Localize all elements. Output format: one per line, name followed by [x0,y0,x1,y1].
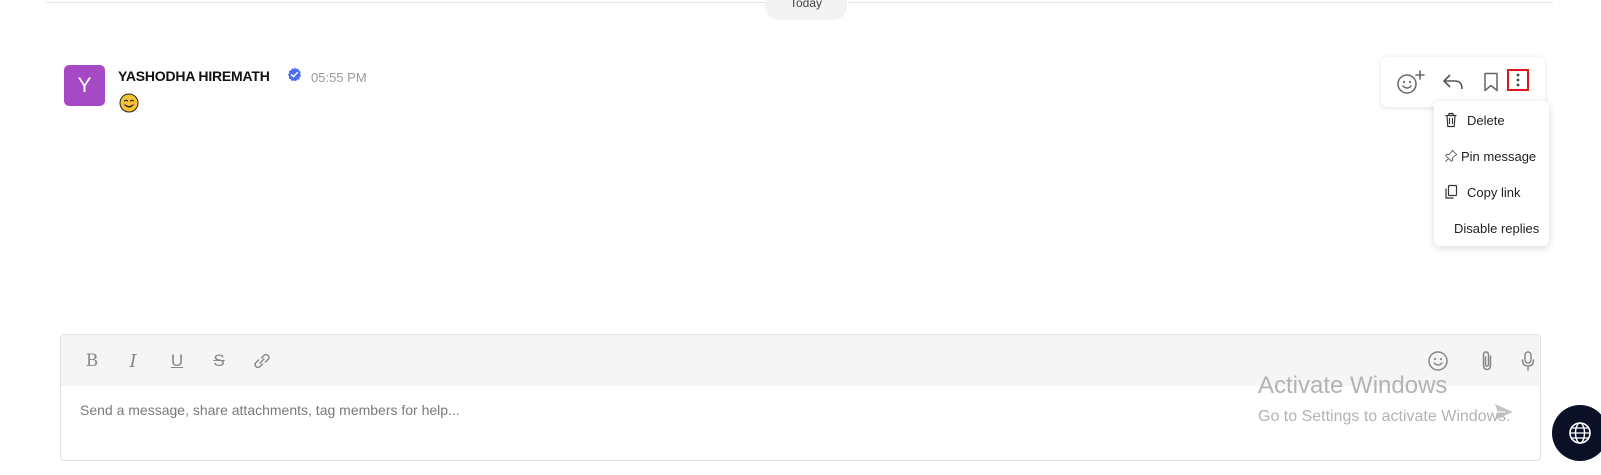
menu-item-delete[interactable]: Delete [1434,105,1549,135]
add-reaction-button[interactable] [1393,57,1431,107]
menu-item-copy-link[interactable]: Copy link [1434,177,1549,207]
underline-button[interactable]: U [164,348,190,374]
message-actions-toolbar [1381,57,1545,107]
copy-icon [1445,184,1458,199]
menu-item-label: Copy link [1467,184,1521,200]
menu-item-label: Pin message [1461,148,1537,164]
strikethrough-button[interactable]: S [206,348,232,374]
smiling-face-emoji-icon [119,93,139,113]
insert-link-button[interactable] [249,348,275,374]
link-icon [254,353,270,369]
message-options-menu: Delete Pin message Copy link Disable rep… [1434,101,1549,246]
menu-item-pin-message[interactable]: Pin message [1434,141,1549,171]
menu-item-label: Delete [1467,112,1505,128]
globe-chat-icon [1569,422,1591,444]
more-options-button[interactable] [1507,69,1529,91]
reply-icon [1443,74,1463,90]
reply-button[interactable] [1437,57,1469,107]
bookmark-button[interactable] [1477,57,1505,107]
activate-windows-watermark-subtitle: Go to Settings to activate Windows. [1258,408,1511,425]
sender-name[interactable]: YASHODHA HIREMATH [118,68,270,84]
message-timestamp: 05:55 PM [311,70,367,85]
activate-windows-watermark-title: Activate Windows [1258,372,1448,399]
bold-button[interactable]: B [79,348,105,374]
microphone-icon [1521,351,1535,371]
paperclip-icon [1482,351,1492,371]
menu-item-disable-replies[interactable]: Disable replies [1434,213,1549,243]
emoji-icon [1428,351,1448,371]
more-options-icon [1516,73,1520,87]
italic-button[interactable]: I [120,348,146,374]
verified-badge-icon [287,67,302,82]
date-divider-line-right [848,2,1553,3]
attach-file-button[interactable] [1474,348,1500,374]
message-input[interactable] [78,399,1462,421]
emoji-button[interactable] [1425,348,1451,374]
date-divider-label: Today [765,0,847,20]
date-divider-line-left [46,2,766,3]
pin-icon [1444,149,1458,163]
add-reaction-icon [1397,70,1425,94]
voice-message-button[interactable] [1515,348,1541,374]
menu-item-label: Disable replies [1454,220,1540,236]
support-chat-button[interactable] [1552,405,1601,461]
bookmark-icon [1484,72,1498,92]
trash-icon [1445,112,1457,128]
avatar[interactable]: Y [64,65,105,106]
